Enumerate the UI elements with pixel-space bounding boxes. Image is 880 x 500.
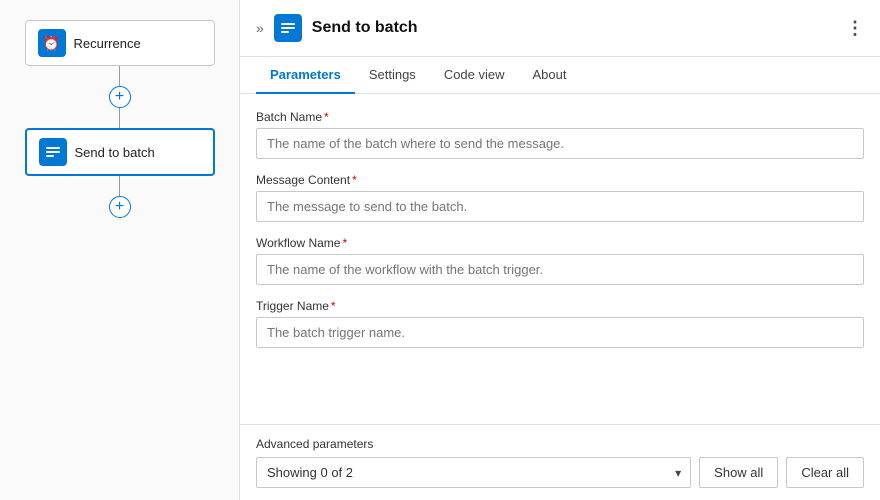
send-to-batch-node[interactable]: Send to batch	[25, 128, 215, 176]
workflow-name-field-group: Workflow Name*	[256, 236, 864, 285]
clear-all-button[interactable]: Clear all	[786, 457, 864, 488]
add-step-button-1[interactable]: +	[109, 86, 131, 108]
tab-parameters[interactable]: Parameters	[256, 57, 355, 94]
advanced-parameters-label: Advanced parameters	[256, 437, 864, 451]
right-header: » Send to batch ⋮	[240, 0, 880, 57]
message-content-field-group: Message Content*	[256, 173, 864, 222]
workflow-name-input[interactable]	[256, 254, 864, 285]
footer-area: Advanced parameters Showing 0 of 2 ▾ Sho…	[240, 424, 880, 500]
header-icon	[274, 14, 302, 42]
content-area: Batch Name* Message Content* Workflow Na…	[240, 94, 880, 424]
workflow-name-required: *	[342, 236, 347, 250]
panel-title: Send to batch	[312, 19, 836, 37]
batch-name-field-group: Batch Name*	[256, 110, 864, 159]
showing-select-wrapper: Showing 0 of 2 ▾	[256, 457, 691, 488]
batch-name-required: *	[324, 110, 329, 124]
recurrence-node[interactable]: ⏰ Recurrence	[25, 20, 215, 66]
advanced-row: Showing 0 of 2 ▾ Show all Clear all	[256, 457, 864, 488]
recurrence-icon: ⏰	[38, 29, 66, 57]
send-to-batch-label: Send to batch	[75, 145, 155, 160]
workflow-name-label: Workflow Name*	[256, 236, 864, 250]
message-content-label: Message Content*	[256, 173, 864, 187]
message-content-input[interactable]	[256, 191, 864, 222]
tab-code-view[interactable]: Code view	[430, 57, 519, 94]
trigger-name-field-group: Trigger Name*	[256, 299, 864, 348]
add-step-button-2[interactable]: +	[109, 196, 131, 218]
connector-2	[119, 108, 120, 128]
trigger-name-input[interactable]	[256, 317, 864, 348]
connector-1	[119, 66, 120, 86]
show-all-button[interactable]: Show all	[699, 457, 778, 488]
advanced-parameters-select[interactable]: Showing 0 of 2	[256, 457, 691, 488]
connector-3	[119, 176, 120, 196]
recurrence-label: Recurrence	[74, 36, 141, 51]
tab-settings[interactable]: Settings	[355, 57, 430, 94]
tab-about[interactable]: About	[519, 57, 581, 94]
tab-bar: Parameters Settings Code view About	[240, 57, 880, 94]
message-content-required: *	[352, 173, 357, 187]
batch-name-input[interactable]	[256, 128, 864, 159]
batch-name-label: Batch Name*	[256, 110, 864, 124]
right-panel: » Send to batch ⋮ Parameters Settings Co…	[240, 0, 880, 500]
send-to-batch-icon	[39, 138, 67, 166]
trigger-name-required: *	[331, 299, 336, 313]
trigger-name-label: Trigger Name*	[256, 299, 864, 313]
left-panel: ⏰ Recurrence + Send to batch +	[0, 0, 240, 500]
more-options-button[interactable]: ⋮	[846, 18, 864, 39]
collapse-button[interactable]: »	[256, 20, 264, 36]
